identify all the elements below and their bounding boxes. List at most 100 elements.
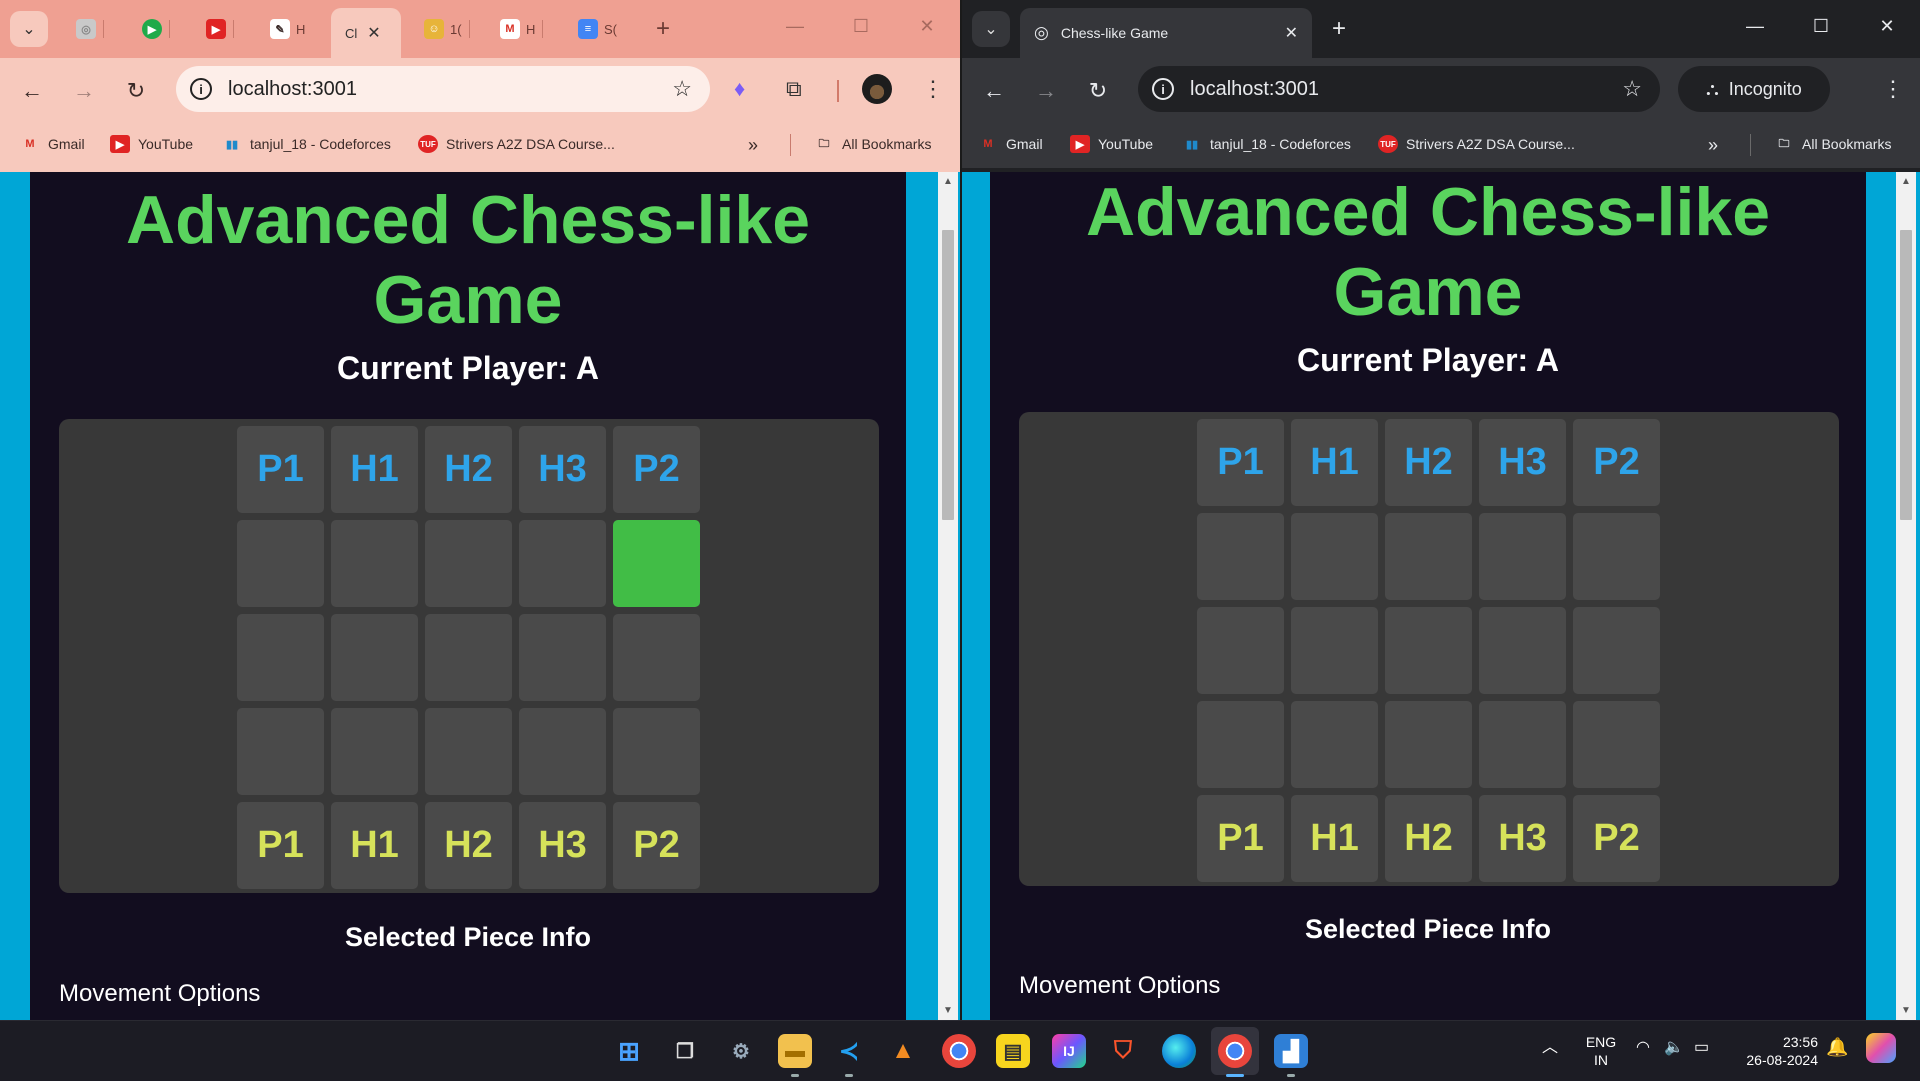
photos-icon[interactable]: ▟ [1274,1034,1308,1068]
bookmarks-overflow[interactable]: » [748,135,758,156]
site-info-icon[interactable]: i [190,78,212,100]
back-icon[interactable]: ← [980,78,1008,104]
tab-item[interactable]: ✎ H [270,14,305,44]
extensions-puzzle-icon[interactable]: ⧉ [786,76,802,102]
board-cell[interactable] [237,520,324,607]
bookmark-strivers[interactable]: TUF Strivers A2Z DSA Course... [418,135,615,153]
menu-kebab-icon[interactable]: ⋮ [1882,76,1904,102]
close-window-icon[interactable]: ✕ [1874,16,1900,37]
volume-icon[interactable]: 🔈 [1664,1039,1684,1057]
board-cell-piece-a[interactable]: P1 [1197,419,1284,506]
menu-kebab-icon[interactable]: ⋮ [922,76,944,102]
tab-item[interactable]: ☺ 1( [424,14,470,44]
board-cell[interactable] [425,708,512,795]
address-bar[interactable]: i localhost:3001 ☆ [1138,66,1660,112]
new-tab-icon[interactable]: + [1332,15,1346,43]
settings-gear-icon[interactable]: ⚙ [724,1034,758,1068]
bookmark-youtube[interactable]: ▶ YouTube [1070,135,1153,153]
board-cell[interactable] [1291,701,1378,788]
board-cell[interactable] [1291,513,1378,600]
forward-icon[interactable]: → [70,78,98,104]
board-cell-piece-a[interactable]: P2 [613,426,700,513]
tab-search-button[interactable]: ⌄ [10,11,48,47]
board-cell[interactable] [1385,513,1472,600]
tab-item[interactable]: ▶ [206,14,234,44]
board-cell[interactable] [613,614,700,701]
language-indicator[interactable]: ENG IN [1582,1033,1620,1069]
board-cell-piece-b[interactable]: P2 [613,802,700,889]
bookmark-strivers[interactable]: TUF Strivers A2Z DSA Course... [1378,135,1575,153]
minimize-icon[interactable]: — [1742,16,1768,37]
file-explorer-icon[interactable]: ▬ [778,1034,812,1068]
board-cell[interactable] [519,708,606,795]
board-cell[interactable] [1479,701,1566,788]
scroll-up-icon[interactable]: ▲ [938,176,958,187]
close-tab-icon[interactable]: ✕ [1285,23,1298,43]
board-cell[interactable] [425,520,512,607]
tray-overflow-chevron-icon[interactable]: ︿ [1542,1039,1558,1057]
tab-item[interactable]: ≡ S( [578,14,617,44]
back-icon[interactable]: ← [18,78,46,104]
board-cell[interactable] [1385,701,1472,788]
board-cell[interactable] [1573,513,1660,600]
reload-icon[interactable]: ↻ [122,78,150,104]
clock[interactable]: 23:56 26-08-2024 [1734,1033,1818,1069]
intellij-icon[interactable]: IJ [1052,1034,1086,1068]
scrollbar-thumb[interactable] [1900,230,1912,520]
bookmark-gmail[interactable]: M Gmail [20,135,84,153]
task-view-icon[interactable]: ❐ [668,1034,702,1068]
board-cell-piece-b[interactable]: H1 [1291,795,1378,882]
bookmarks-overflow[interactable]: » [1708,135,1718,156]
scrollbar[interactable]: ▲ ▼ [1896,172,1916,1020]
board-cell[interactable] [331,520,418,607]
site-info-icon[interactable]: i [1152,78,1174,100]
tab-item[interactable]: ▶ [142,14,170,44]
battery-icon[interactable]: ▭ [1694,1039,1709,1057]
scrollbar[interactable]: ▲ ▼ [938,172,958,1020]
bookmark-youtube[interactable]: ▶ YouTube [110,135,193,153]
board-cell[interactable] [331,708,418,795]
sticky-notes-icon[interactable]: ▤ [996,1034,1030,1068]
extension-flame-icon[interactable]: ♦ [734,76,745,102]
board-cell[interactable] [519,614,606,701]
maximize-icon[interactable]: ☐ [848,16,874,37]
board-cell[interactable] [1197,607,1284,694]
bookmark-codeforces[interactable]: ▮▮ tanjul_18 - Codeforces [1182,135,1351,153]
new-tab-icon[interactable]: + [656,15,670,43]
chrome-active-icon[interactable] [1218,1034,1252,1068]
board-cell-piece-b[interactable]: P1 [237,802,324,889]
tab-search-button[interactable]: ⌄ [972,11,1010,47]
board-cell[interactable] [1573,701,1660,788]
bookmark-star-icon[interactable]: ☆ [1622,76,1642,102]
board-cell[interactable] [1573,607,1660,694]
board-cell[interactable] [1385,607,1472,694]
board-cell[interactable] [519,520,606,607]
tab-item[interactable]: M H [500,14,544,44]
scrollbar-thumb[interactable] [942,230,954,520]
board-cell-piece-a[interactable]: H1 [331,426,418,513]
board-cell[interactable] [1291,607,1378,694]
board-cell-piece-a[interactable]: H2 [425,426,512,513]
edge-icon[interactable] [1162,1034,1196,1068]
tab-active[interactable]: Cl ✕ [331,8,401,58]
board-cell-piece-b[interactable]: P2 [1573,795,1660,882]
board-cell-piece-b[interactable]: H3 [519,802,606,889]
board-cell-piece-a[interactable]: P2 [1573,419,1660,506]
board-cell-piece-a[interactable]: H3 [1479,419,1566,506]
board-cell[interactable] [331,614,418,701]
board-cell-piece-a[interactable]: H2 [1385,419,1472,506]
board-cell-piece-a[interactable]: H3 [519,426,606,513]
board-cell-piece-b[interactable]: H3 [1479,795,1566,882]
bookmark-gmail[interactable]: M Gmail [978,135,1042,153]
tab-active[interactable]: ◎ Chess-like Game ✕ [1020,8,1312,58]
board-cell[interactable] [237,614,324,701]
board-cell[interactable] [425,614,512,701]
all-bookmarks[interactable]: 🗀 All Bookmarks [1774,135,1892,153]
reload-icon[interactable]: ↻ [1084,78,1112,104]
board-cell[interactable] [1479,513,1566,600]
bookmark-star-icon[interactable]: ☆ [672,76,692,102]
notification-bell-icon[interactable]: 🔔 [1826,1038,1848,1056]
chrome-icon[interactable] [942,1034,976,1068]
scroll-down-icon[interactable]: ▼ [1896,1005,1916,1016]
board-cell-piece-b[interactable]: H2 [1385,795,1472,882]
